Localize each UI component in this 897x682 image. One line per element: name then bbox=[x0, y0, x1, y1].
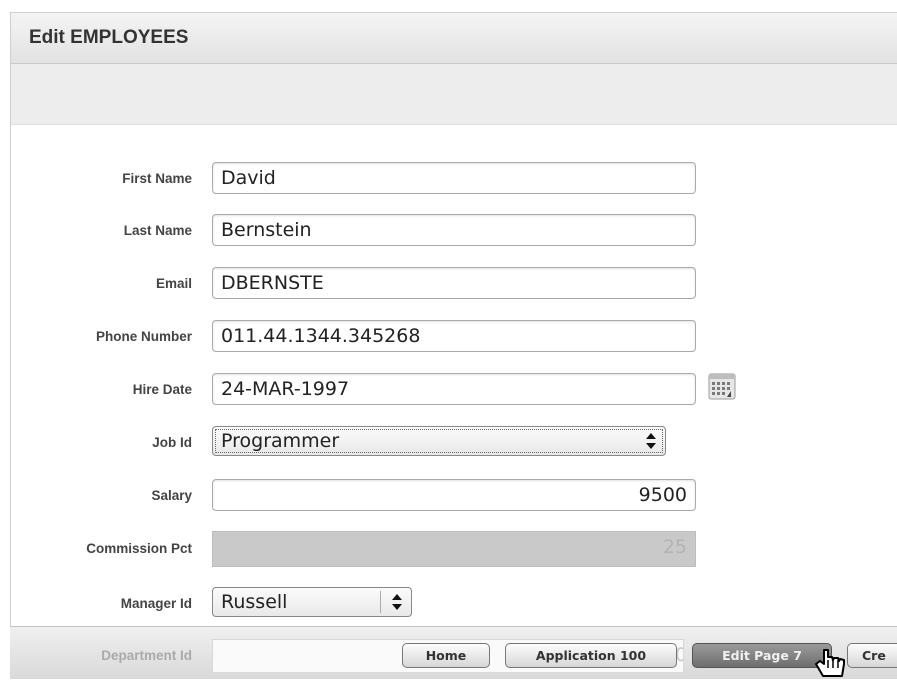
job-id-select[interactable]: Programmer bbox=[212, 426, 666, 456]
first-name-label: First Name bbox=[122, 171, 192, 186]
manager-id-select[interactable]: Russell bbox=[212, 587, 412, 617]
salary-label: Salary bbox=[151, 488, 192, 503]
hire-date-input[interactable]: 24-MAR-1997 bbox=[212, 373, 696, 405]
phone-number-label: Phone Number bbox=[95, 329, 192, 344]
manager-id-label: Manager Id bbox=[120, 596, 192, 611]
email-input[interactable]: DBERNSTE bbox=[212, 267, 696, 299]
manager-id-selected-value: Russell bbox=[221, 591, 288, 613]
calendar-icon[interactable] bbox=[708, 373, 736, 400]
create-button[interactable]: Cre bbox=[847, 643, 897, 668]
select-divider bbox=[380, 591, 381, 613]
last-name-input[interactable]: Bernstein bbox=[212, 214, 696, 246]
email-label: Email bbox=[155, 276, 192, 291]
phone-number-input[interactable]: 011.44.1344.345268 bbox=[212, 320, 696, 352]
last-name-label: Last Name bbox=[123, 223, 192, 238]
first-name-input[interactable]: David bbox=[212, 162, 696, 194]
hire-date-label: Hire Date bbox=[132, 382, 192, 397]
up-down-arrows-icon bbox=[643, 431, 659, 451]
application-button[interactable]: Application 100 bbox=[505, 643, 677, 668]
hand-pointer-icon bbox=[810, 648, 850, 682]
salary-input[interactable]: 9500 bbox=[212, 479, 696, 511]
job-id-selected-value: Programmer bbox=[221, 430, 340, 452]
region-title: Edit EMPLOYEES bbox=[29, 27, 189, 48]
home-button[interactable]: Home bbox=[402, 643, 490, 668]
up-down-arrows-icon bbox=[389, 592, 405, 612]
job-id-label: Job Id bbox=[152, 435, 192, 450]
commission-pct-label: Commission Pct bbox=[86, 541, 192, 556]
region-header: Edit EMPLOYEES bbox=[11, 13, 897, 64]
department-id-label: Department Id bbox=[101, 648, 192, 663]
commission-pct-input: 25 bbox=[212, 531, 696, 567]
region-button-bar bbox=[11, 64, 897, 125]
